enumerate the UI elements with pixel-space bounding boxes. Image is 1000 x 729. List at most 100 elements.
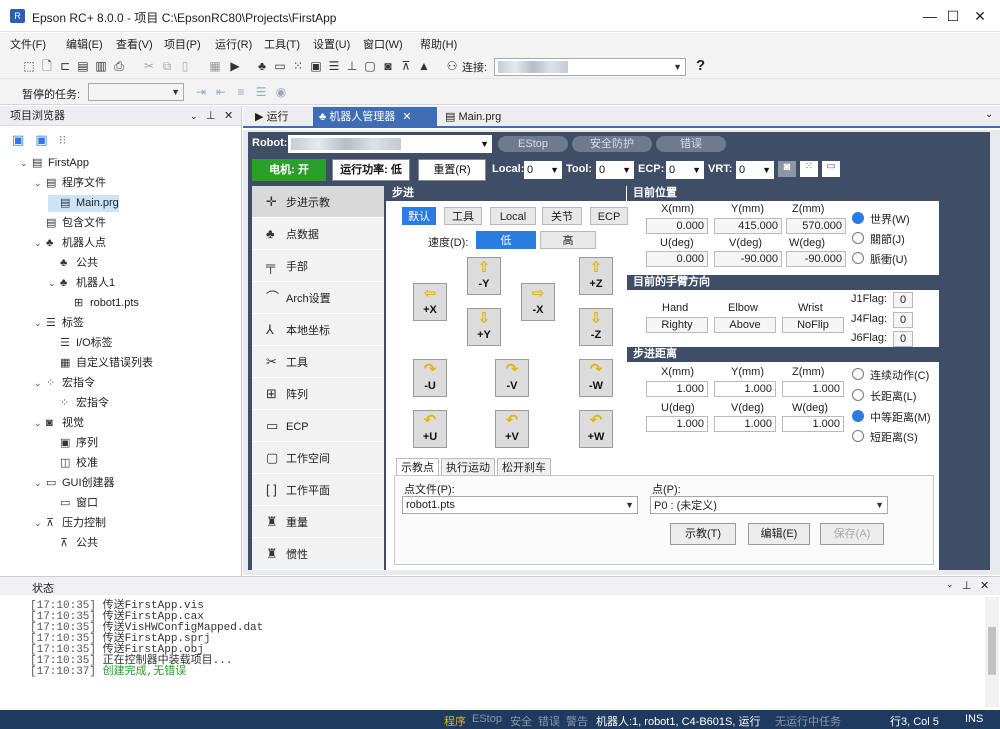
new-item-icon[interactable]: ⬚ xyxy=(22,59,36,73)
pulse-radio[interactable] xyxy=(852,252,864,264)
menu-edit[interactable]: 编辑(E) xyxy=(66,36,103,52)
point-select[interactable]: P0 : (未定义) ▼ xyxy=(650,496,888,514)
tree-item[interactable]: ▦ 自定义错误列表 xyxy=(48,355,153,372)
dist-x-input[interactable]: 1.000 xyxy=(646,381,708,397)
log-scrollbar[interactable] xyxy=(985,597,999,707)
force-guide-icon[interactable]: ⊥ xyxy=(345,59,359,73)
tree-item[interactable]: ▤ Main.prg xyxy=(48,195,119,212)
run-window-icon[interactable]: ▶ xyxy=(228,59,242,73)
short-distance-radio[interactable] xyxy=(852,430,864,442)
menu-project[interactable]: 项目(P) xyxy=(164,36,201,52)
menu-run[interactable]: 运行(R) xyxy=(215,36,252,52)
tool-select[interactable]: 0 ▼ xyxy=(596,161,634,179)
jog-mode-local[interactable]: Local xyxy=(490,207,536,225)
tree-item[interactable]: ⌄ ⊼ 压力控制 xyxy=(34,515,106,532)
expand-all-icon[interactable]: ▣ xyxy=(35,132,47,147)
simulator-icon[interactable]: ▲ xyxy=(417,59,431,73)
nav-item[interactable]: ⊞ 阵列 xyxy=(252,378,384,410)
dist-w-input[interactable]: 1.000 xyxy=(782,416,844,432)
help-icon[interactable]: ? xyxy=(696,57,705,74)
tree-item[interactable]: ⌄ ⁘ 宏指令 xyxy=(34,375,95,392)
save-button[interactable]: 保存(A) xyxy=(820,523,884,545)
paste-icon[interactable]: ▯ xyxy=(178,59,192,73)
indent-icon[interactable]: ⇥ xyxy=(194,85,208,99)
connect-icon[interactable]: ⚇ xyxy=(445,59,459,73)
jog-minus-z-button[interactable]: ⇩ -Z xyxy=(579,308,613,346)
jog-plus-v-button[interactable]: ↶ +V xyxy=(495,410,529,448)
vrt-select[interactable]: 0 ▼ xyxy=(736,161,774,179)
jog-plus-w-button[interactable]: ↶ +W xyxy=(579,410,613,448)
speed-low-button[interactable]: 低 xyxy=(476,231,536,249)
motor-power-button[interactable]: 电机: 开 xyxy=(252,159,326,181)
tree-item[interactable]: ▭ 窗口 xyxy=(48,495,98,512)
command-window-icon[interactable]: ▭ xyxy=(822,161,840,177)
robot-manager-icon[interactable]: ♣ xyxy=(255,59,269,73)
tree-item[interactable]: ⊼ 公共 xyxy=(48,535,98,552)
tree-item[interactable]: ⌄ ▤ FirstApp xyxy=(20,155,89,172)
tree-item[interactable]: ◫ 校准 xyxy=(48,455,98,472)
dist-z-input[interactable]: 1.000 xyxy=(782,381,844,397)
collapse-all-icon[interactable]: ▣ xyxy=(12,132,24,147)
tree-item[interactable]: ⌄ ☰ 标签 xyxy=(34,315,84,332)
nav-item[interactable]: ✛ 步进示教 xyxy=(252,186,384,218)
nav-item[interactable]: ♜ 惯性 xyxy=(252,538,384,570)
dist-y-input[interactable]: 1.000 xyxy=(714,381,776,397)
jog-mode-default[interactable]: 默认 xyxy=(402,207,436,225)
save-icon[interactable]: ▤ xyxy=(76,59,90,73)
comment-icon[interactable]: ≡ xyxy=(234,85,248,99)
close-tab-icon[interactable]: ✕ xyxy=(402,111,411,123)
close-pane-icon[interactable]: ✕ xyxy=(224,106,233,126)
robot-select[interactable]: ▼ xyxy=(288,135,492,153)
chevron-down-icon[interactable]: ⌄ xyxy=(34,315,46,332)
tab-release-brake[interactable]: 松开刹车 xyxy=(497,458,551,476)
nav-item[interactable]: ♜ 重量 xyxy=(252,506,384,538)
point-file-select[interactable]: robot1.pts ▼ xyxy=(402,496,638,514)
dist-u-input[interactable]: 1.000 xyxy=(646,416,708,432)
chevron-down-icon[interactable]: ⌄ xyxy=(34,175,46,192)
menu-view[interactable]: 查看(V) xyxy=(116,36,153,52)
tab-main-prg[interactable]: ▤ Main.prg xyxy=(439,107,507,127)
chevron-down-icon[interactable]: ⌄ xyxy=(20,155,32,172)
jog-mode-tool[interactable]: 工具 xyxy=(444,207,482,225)
world-radio[interactable] xyxy=(852,212,864,224)
save-all-icon[interactable]: ▥ xyxy=(94,59,108,73)
pane-menu-icon[interactable]: ⌄ xyxy=(190,106,198,126)
run-power-button[interactable]: 运行功率: 低 xyxy=(332,159,410,181)
tab-list-icon[interactable]: ⌄ xyxy=(985,109,993,120)
teach-button[interactable]: 示教(T) xyxy=(670,523,736,545)
jog-plus-x-button[interactable]: ⇦ +X xyxy=(413,283,447,321)
tab-robot-manager[interactable]: ♣ 机器人管理器 ✕ xyxy=(313,107,437,127)
camera-icon[interactable]: ◙ xyxy=(381,59,395,73)
outdent-icon[interactable]: ⇤ xyxy=(214,85,228,99)
jog-minus-v-button[interactable]: ↷ -V xyxy=(495,359,529,397)
command-window-icon[interactable]: ▭ xyxy=(273,59,287,73)
io-monitor-icon[interactable]: ⁙ xyxy=(800,161,818,177)
pane-menu-icon[interactable]: ⌄ xyxy=(946,579,954,590)
gui-builder-icon[interactable]: ▢ xyxy=(363,59,377,73)
jog-minus-u-button[interactable]: ↷ -U xyxy=(413,359,447,397)
jog-mode-joint[interactable]: 关节 xyxy=(542,207,582,225)
jog-minus-w-button[interactable]: ↷ -W xyxy=(579,359,613,397)
continuous-radio[interactable] xyxy=(852,368,864,380)
menu-settings[interactable]: 设置(U) xyxy=(313,36,350,52)
nav-item[interactable]: [ ] 工作平面 xyxy=(252,474,384,506)
close-pane-icon[interactable]: ✕ xyxy=(980,579,989,592)
new-file-icon[interactable]: 🗋 xyxy=(40,59,54,73)
build-icon[interactable]: ▦ xyxy=(208,59,222,73)
nav-item[interactable]: ⅄ 本地坐标 xyxy=(252,314,384,346)
tree-item[interactable]: ♣ 公共 xyxy=(48,255,98,272)
bookmark-icon[interactable]: ◉ xyxy=(274,85,288,99)
nav-item[interactable]: ♣ 点数据 xyxy=(252,218,384,250)
nav-item[interactable]: ✂ 工具 xyxy=(252,346,384,378)
jog-mode-ecp[interactable]: ECP xyxy=(590,207,628,225)
tree-item[interactable]: ☰ I/O标签 xyxy=(48,335,113,352)
tree-item[interactable]: ⌄ ♣ 机器人1 xyxy=(48,275,115,292)
jog-plus-u-button[interactable]: ↶ +U xyxy=(413,410,447,448)
chevron-down-icon[interactable]: ⌄ xyxy=(34,475,46,492)
tree-item[interactable]: ⊞ robot1.pts xyxy=(62,295,139,312)
tree-item[interactable]: ⌄ ◙ 视觉 xyxy=(34,415,84,432)
maximize-button[interactable]: ☐ xyxy=(928,4,960,28)
jog-plus-z-button[interactable]: ⇧ +Z xyxy=(579,257,613,295)
tab-teach-points[interactable]: 示教点 xyxy=(396,458,439,476)
pin-icon[interactable]: ⊥ xyxy=(206,106,216,126)
